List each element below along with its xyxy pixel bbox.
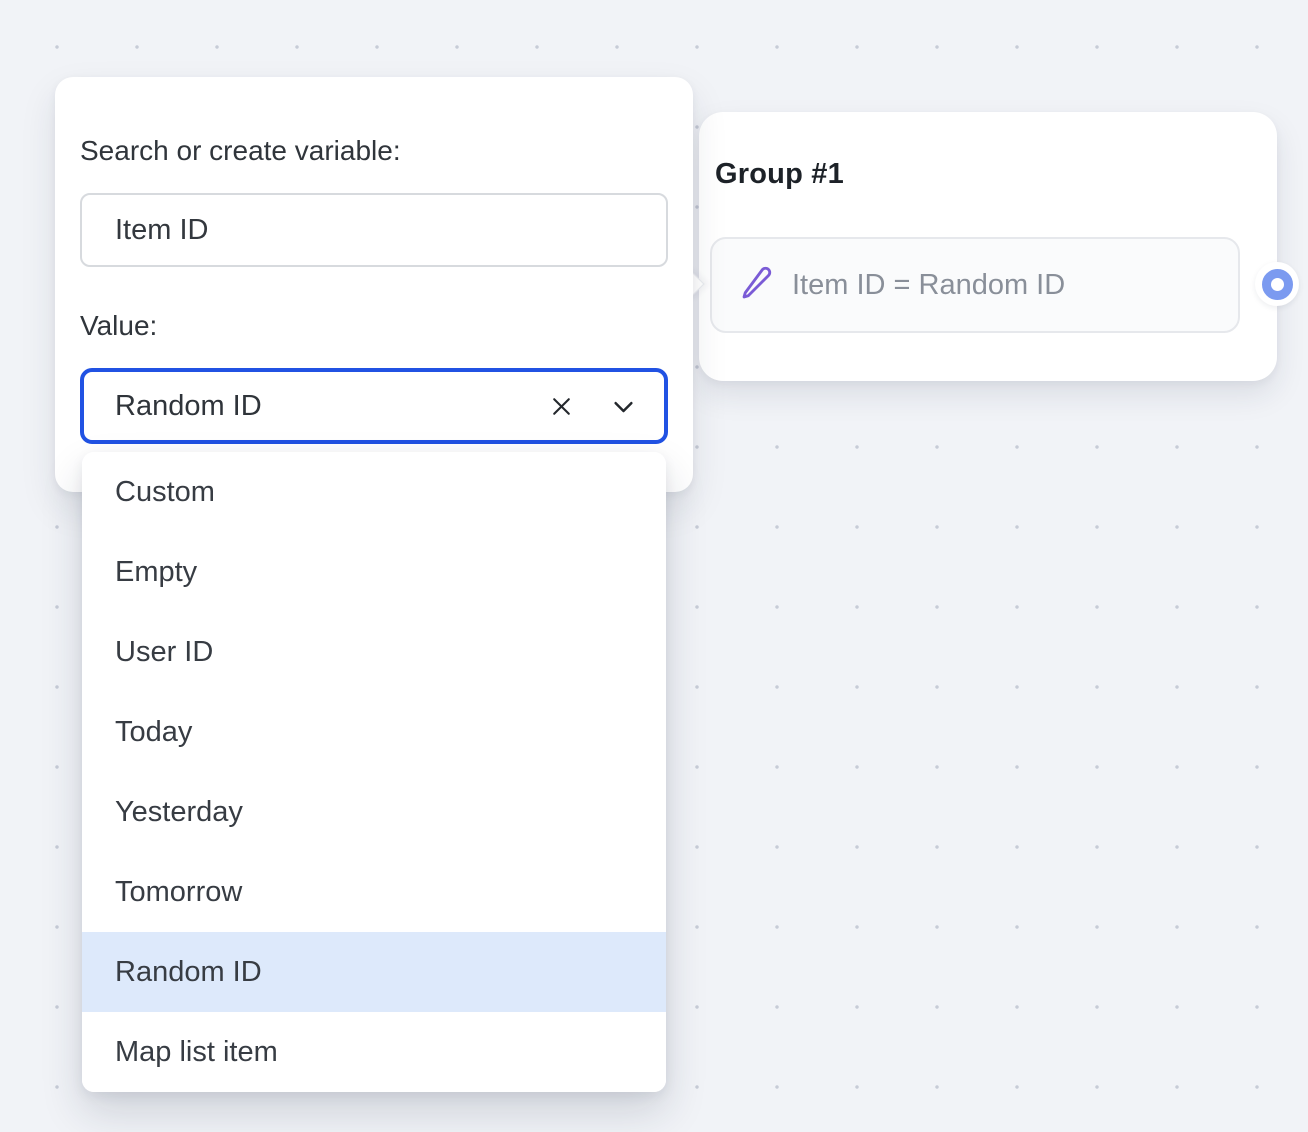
dropdown-option-random-id[interactable]: Random ID	[82, 932, 666, 1012]
dropdown-option-yesterday[interactable]: Yesterday	[82, 772, 666, 852]
dropdown-option-today[interactable]: Today	[82, 692, 666, 772]
connection-handle-ring	[1262, 269, 1293, 300]
dropdown-option-user-id[interactable]: User ID	[82, 612, 666, 692]
value-options-dropdown: Custom Empty User ID Today Yesterday Tom…	[82, 452, 666, 1092]
pencil-icon	[737, 265, 773, 306]
value-label: Value:	[80, 309, 157, 343]
dropdown-option-empty[interactable]: Empty	[82, 532, 666, 612]
clear-icon[interactable]	[544, 389, 578, 423]
value-combobox[interactable]: Random ID	[80, 368, 668, 444]
variable-name-input[interactable]	[80, 193, 668, 267]
group-title: Group #1	[715, 156, 844, 192]
search-variable-label: Search or create variable:	[80, 134, 401, 168]
variable-popover: Search or create variable: Value: Random…	[55, 77, 693, 492]
group-card: Group #1 Item ID = Random ID	[699, 112, 1277, 381]
dropdown-option-tomorrow[interactable]: Tomorrow	[82, 852, 666, 932]
workflow-canvas: Group #1 Item ID = Random ID Search or c…	[0, 0, 1308, 1132]
dropdown-option-map-list-item[interactable]: Map list item	[82, 1012, 666, 1092]
dropdown-option-custom[interactable]: Custom	[82, 452, 666, 532]
condition-label: Item ID = Random ID	[792, 269, 1065, 302]
condition-item[interactable]: Item ID = Random ID	[710, 237, 1240, 333]
combobox-selected-value: Random ID	[115, 390, 544, 423]
connection-handle[interactable]	[1255, 262, 1299, 306]
chevron-down-icon[interactable]	[606, 389, 640, 423]
